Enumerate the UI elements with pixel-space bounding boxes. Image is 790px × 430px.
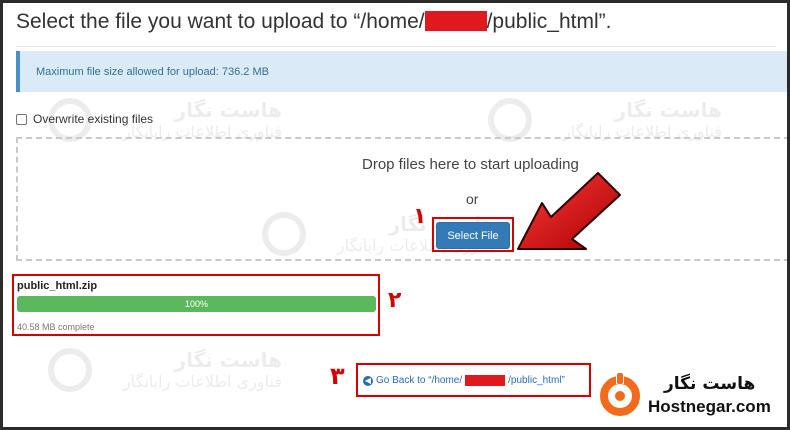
step-number-3: ٣ (330, 362, 345, 390)
watermark-name: هاست نگار (174, 348, 282, 372)
max-size-info-text: Maximum file size allowed for upload: 73… (36, 66, 269, 78)
page-title: Select the file you want to upload to “/… (16, 10, 776, 34)
watermark: هاست نگار فناوری اطلاعات رایانگار (488, 98, 722, 142)
circle-arrow-left-icon: ◀ (363, 375, 373, 386)
watermark-tagline: فناوری اطلاعات رایانگار (122, 372, 282, 391)
go-back-link[interactable]: ◀ Go Back to “/home/ /public_html” (363, 375, 565, 386)
logo-domain: Hostnegar.com (648, 397, 771, 416)
title-divider (16, 46, 776, 47)
overwrite-checkbox[interactable] (16, 113, 27, 125)
watermark-name: هاست نگار (614, 98, 722, 122)
overwrite-label: Overwrite existing files (33, 112, 154, 126)
redaction-mark (424, 11, 487, 31)
go-back-prefix: Go Back to “/home/ (376, 375, 463, 386)
hostnegar-logo-icon (600, 373, 640, 416)
upload-progress-bar: 100% (17, 296, 376, 312)
select-file-button[interactable]: Select File (436, 222, 510, 249)
upload-file-name: public_html.zip (17, 280, 98, 292)
page-title-prefix: Select the file you want to upload to “/… (16, 10, 425, 33)
upload-status: 40.58 MB complete (17, 322, 95, 332)
pointer-arrow-icon (517, 172, 621, 250)
go-back-suffix: /public_html” (508, 375, 565, 386)
page-title-suffix: /public_html”. (486, 10, 612, 33)
overwrite-option[interactable]: Overwrite existing files (16, 112, 153, 126)
step-number-1: ١ (413, 204, 427, 229)
drop-zone-or: or (466, 191, 479, 207)
logo-name: هاست نگار (664, 374, 756, 394)
max-size-info-alert: Maximum file size allowed for upload: 73… (16, 51, 790, 92)
redaction-mark (465, 375, 506, 386)
watermark: هاست نگار فناوری اطلاعات رایانگار (48, 348, 282, 392)
upload-progress-label: 100% (184, 299, 209, 309)
step-number-2: ٢ (388, 288, 402, 313)
